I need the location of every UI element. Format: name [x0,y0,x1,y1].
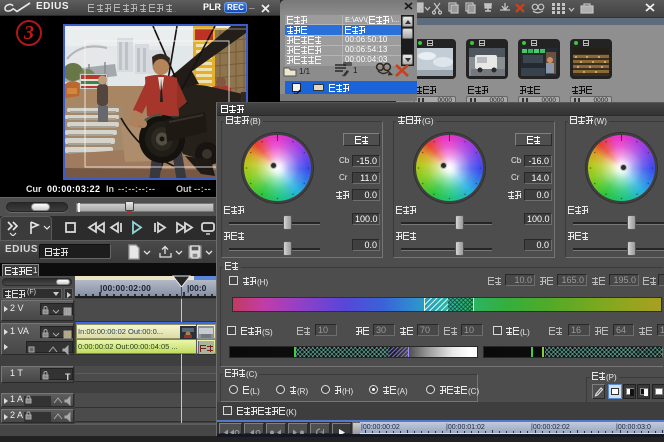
svg-text:T: T [65,372,71,382]
